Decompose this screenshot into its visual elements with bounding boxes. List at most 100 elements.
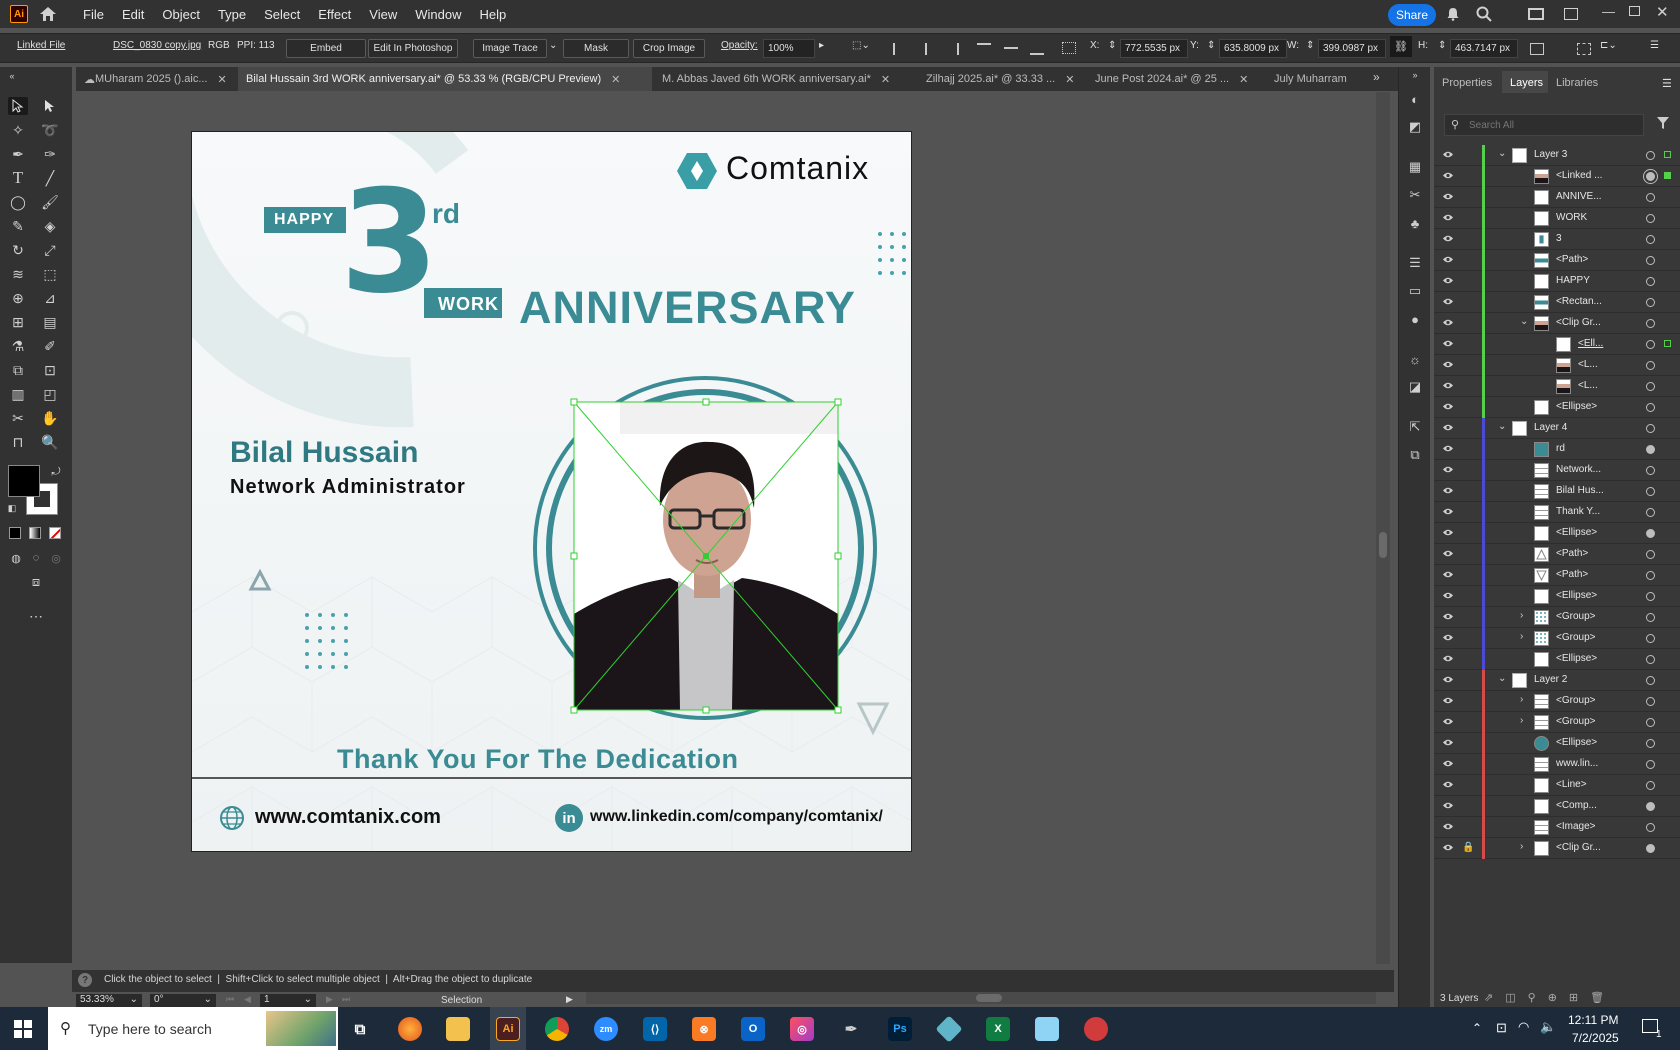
eyedropper-alt-icon[interactable]: ✐ [40,337,60,355]
layer-name[interactable]: <Comp... [1556,800,1597,811]
eyedropper-tool-icon[interactable]: ⚗ [8,337,28,355]
selection-tool-icon[interactable] [8,97,28,115]
expand-toggle-icon[interactable]: › [1520,715,1523,726]
visibility-eye-icon[interactable] [1442,675,1454,685]
visibility-eye-icon[interactable] [1442,360,1454,370]
expand-toggle-icon[interactable]: › [1520,841,1523,852]
layer-row[interactable]: <Ellipse> [1434,586,1680,607]
slice-tool-icon[interactable]: ✂ [8,409,28,427]
embed-button[interactable]: Embed [286,39,366,58]
visibility-eye-icon[interactable] [1442,318,1454,328]
zoom-tool-icon[interactable]: 🔍 [40,433,60,451]
tab-libraries[interactable]: Libraries [1556,77,1598,89]
selection-indicator[interactable] [1664,172,1671,179]
edit-in-photoshop-button[interactable]: Edit In Photoshop [368,39,458,58]
artboard-next-icon[interactable]: ▶ [326,994,333,1005]
menu-help[interactable]: Help [470,7,515,22]
direct-selection-tool-icon[interactable] [40,97,60,115]
pen-tool-icon[interactable]: ✒ [8,145,28,163]
column-graph-tool-icon[interactable]: ▥ [8,385,28,403]
expand-toggle-icon[interactable]: ⌄ [1520,316,1528,327]
layer-name[interactable]: WORK [1556,212,1587,223]
visibility-eye-icon[interactable] [1442,549,1454,559]
layer-target-icon[interactable] [1646,298,1655,307]
filter-icon[interactable] [1656,116,1670,130]
screen-mode-icon[interactable]: ⧈ [26,573,46,591]
expand-toggle-icon[interactable]: ⌄ [1498,148,1506,159]
print-tiling-tool-icon[interactable]: ⊓ [8,433,28,451]
swatches-icon[interactable]: ▦ [1406,159,1424,175]
h-stepper-icon[interactable]: ⇕ [1438,40,1446,51]
layer-row[interactable]: Network... [1434,460,1680,481]
layer-target-icon[interactable] [1646,655,1655,664]
make-clipping-mask-icon[interactable]: ◫ [1505,992,1527,1004]
expand-toggle-icon[interactable]: ⌄ [1498,421,1506,432]
tab-overflow-icon[interactable]: » [1373,70,1380,84]
layer-row[interactable]: ⌄ Layer 2 [1434,670,1680,691]
menu-edit[interactable]: Edit [113,7,153,22]
w-input[interactable]: 399.0987 px [1318,39,1386,58]
image-trace-button[interactable]: Image Trace [473,39,547,58]
layer-target-icon[interactable] [1646,823,1655,832]
layer-target-icon[interactable] [1646,676,1655,685]
layer-name[interactable]: <Ellipse> [1556,401,1597,412]
visibility-eye-icon[interactable] [1442,654,1454,664]
visibility-eye-icon[interactable] [1442,192,1454,202]
expand-toggle-icon[interactable]: › [1520,631,1523,642]
layer-name[interactable]: Layer 4 [1534,422,1567,433]
layer-target-icon[interactable] [1646,172,1655,181]
visibility-eye-icon[interactable] [1442,213,1454,223]
document-tab[interactable]: Zilhajj 2025.ai* @ 33.33 ... ✕ [918,67,1085,91]
perspective-grid-tool-icon[interactable]: ⊿ [40,289,60,307]
layer-target-icon[interactable] [1646,760,1655,769]
layer-target-icon[interactable] [1646,739,1655,748]
document-tab[interactable]: July Muharram [1266,67,1360,91]
layer-row[interactable]: › <Group> [1434,712,1680,733]
layer-name[interactable]: <Clip Gr... [1556,317,1601,328]
vertical-scroll-thumb[interactable] [1379,532,1387,558]
scale-tool-icon[interactable]: ⤢ [40,241,60,259]
file-explorer-icon[interactable] [446,1017,470,1041]
close-tab-icon[interactable]: ✕ [1065,73,1074,86]
opacity-input[interactable]: 100% [763,39,815,58]
visibility-eye-icon[interactable] [1442,423,1454,433]
horizontal-scroll-thumb[interactable] [976,994,1002,1002]
document-tab[interactable]: June Post 2024.ai* @ 25 ... ✕ [1087,67,1264,91]
layer-row[interactable]: ⌄ Layer 3 [1434,145,1680,166]
w-stepper-icon[interactable]: ⇕ [1306,40,1314,51]
visibility-eye-icon[interactable] [1442,255,1454,265]
layer-name[interactable]: <Path> [1556,254,1588,265]
layer-name[interactable]: <Ellipse> [1556,527,1597,538]
swap-fill-stroke-icon[interactable]: ⤾ [46,463,66,481]
artboard-last-icon[interactable]: ⏭ [342,994,350,1005]
layer-row[interactable]: <L... [1434,376,1680,397]
y-input[interactable]: 635.8009 px [1219,39,1287,58]
x-stepper-icon[interactable]: ⇕ [1108,40,1116,51]
layer-target-icon[interactable] [1646,550,1655,559]
vertical-scrollbar[interactable] [1376,92,1390,964]
photoshop-icon[interactable]: Ps [888,1017,912,1041]
visibility-eye-icon[interactable] [1442,612,1454,622]
volume-icon[interactable]: 🔈 [1540,1019,1556,1035]
constrain-proportions-icon[interactable]: ⛓ [1390,36,1412,57]
visibility-eye-icon[interactable] [1442,738,1454,748]
tab-properties[interactable]: Properties [1442,77,1492,89]
visibility-eye-icon[interactable] [1442,696,1454,706]
layer-name[interactable]: <Image> [1556,821,1595,832]
color-mode-icon[interactable] [9,527,21,539]
layer-target-icon[interactable] [1646,634,1655,643]
layer-name[interactable]: <Line> [1556,779,1587,790]
shape-builder-tool-icon[interactable]: ⊕ [8,289,28,307]
align-top-icon[interactable] [977,43,991,55]
zoom-dropdown-icon[interactable]: ⌄ [130,994,138,1005]
layer-row[interactable]: WORK [1434,208,1680,229]
visibility-eye-icon[interactable] [1442,171,1454,181]
minimize-icon[interactable]: — [1602,4,1616,20]
layer-name[interactable]: <Ell... [1578,338,1603,349]
hand-tool-icon[interactable]: ✋ [40,409,60,427]
expand-toggle-icon[interactable]: ⌄ [1498,673,1506,684]
collect-for-export-icon[interactable]: ⇗ [1484,992,1505,1004]
panel-menu-icon[interactable]: ☰ [1662,77,1672,90]
windows-start-icon[interactable] [14,1020,32,1038]
layer-row[interactable]: › <Group> [1434,691,1680,712]
